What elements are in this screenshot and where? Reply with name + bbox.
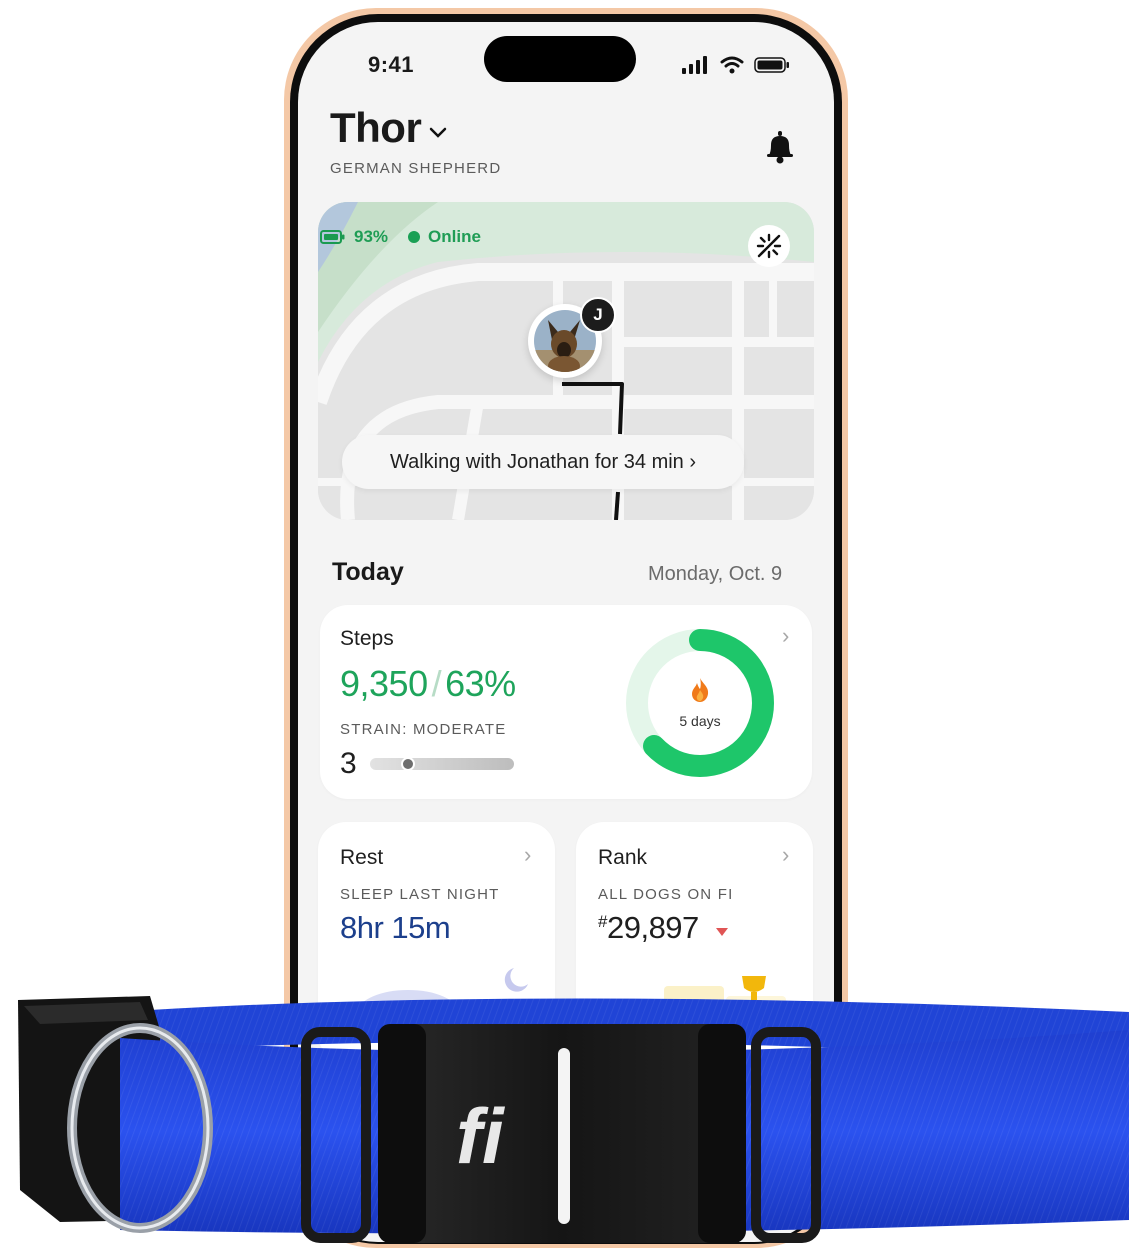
- device-status: 93% Online: [320, 227, 481, 247]
- bell-icon: [767, 131, 793, 164]
- pet-name: Thor: [330, 104, 422, 151]
- today-date: Monday, Oct. 9: [648, 563, 783, 585]
- rank-number: 29,897: [606, 910, 699, 945]
- dynamic-island: [484, 36, 636, 82]
- rest-value: 8hr 15m: [340, 910, 451, 945]
- pet-breed: GERMAN SHEPHERD: [330, 160, 502, 177]
- device-led-strip: [558, 1048, 570, 1224]
- chevron-right-icon: ›: [782, 623, 790, 648]
- rank-title: Rank: [598, 846, 648, 869]
- battery-status-icon: [754, 57, 789, 73]
- rank-value: #29,897: [598, 910, 699, 946]
- chevron-right-icon: ›: [524, 842, 532, 867]
- steps-goal-ring: 5 days: [622, 625, 778, 781]
- collar-brand-logo: fi: [456, 1092, 505, 1180]
- sparkle-icon: [756, 233, 782, 259]
- strain-label: STRAIN: MODERATE: [340, 721, 507, 738]
- moon-icon: [504, 968, 528, 992]
- wifi-icon: [720, 56, 744, 74]
- steps-separator: /: [431, 663, 442, 704]
- cellular-signal-icon: [682, 56, 707, 74]
- rank-hash: #: [598, 912, 607, 931]
- chevron-right-icon: ›: [782, 842, 790, 867]
- battery-icon: [320, 230, 345, 244]
- strain-indicator: [401, 757, 415, 771]
- steps-value: 9,350/63%: [340, 663, 516, 705]
- rest-title: Rest: [340, 846, 384, 869]
- steps-card[interactable]: Steps › 9,350/63% STRAIN: MODERATE 3 5 d…: [320, 605, 812, 799]
- strain-value: 3: [340, 747, 357, 780]
- notifications-button[interactable]: [764, 130, 796, 169]
- strain-bar: [370, 758, 514, 770]
- today-label: Today: [332, 558, 404, 586]
- streak-days: 5 days: [679, 713, 721, 729]
- sparkle-button[interactable]: [748, 225, 790, 267]
- smart-collar: fi: [18, 996, 1129, 1243]
- online-dot-icon: [408, 231, 421, 243]
- rank-sub-label: ALL DOGS ON FI: [598, 886, 734, 903]
- battery-percent: 93%: [354, 227, 389, 246]
- status-icons: [682, 56, 790, 74]
- steps-count: 9,350: [340, 663, 428, 704]
- steps-title: Steps: [340, 627, 394, 650]
- walker-badge: J: [580, 297, 616, 333]
- status-time: 9:41: [368, 52, 415, 77]
- flame-icon: [692, 678, 709, 702]
- steps-percent: 63%: [445, 663, 516, 704]
- rank-down-arrow-icon: [716, 928, 728, 936]
- connection-status: Online: [428, 227, 481, 246]
- pet-selector[interactable]: Thor: [330, 104, 447, 152]
- walk-status-pill[interactable]: Walking with Jonathan for 34 min ›: [342, 435, 744, 489]
- rest-sub-label: SLEEP LAST NIGHT: [340, 886, 500, 903]
- chevron-down-icon: [430, 127, 447, 138]
